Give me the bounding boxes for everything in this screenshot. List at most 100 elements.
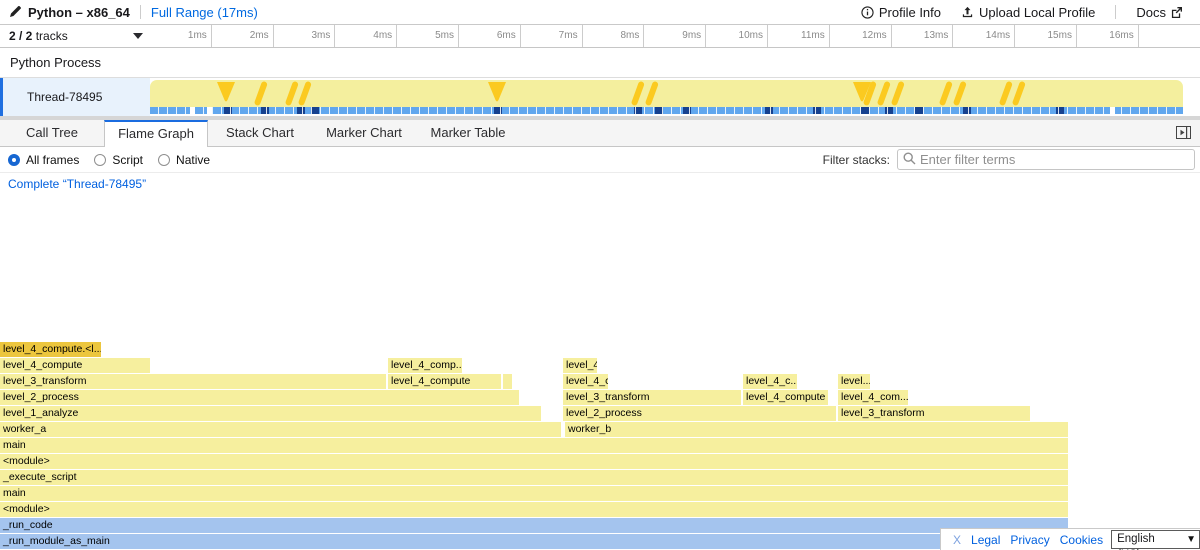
tab-call-tree[interactable]: Call Tree bbox=[0, 120, 104, 146]
docs-link[interactable]: Docs bbox=[1136, 5, 1182, 20]
profile-title: Python – x86_64 bbox=[28, 5, 130, 20]
activity-slash-mark bbox=[999, 81, 1013, 107]
ruler-tick: 12ms bbox=[830, 25, 892, 47]
flame-block[interactable] bbox=[503, 374, 512, 389]
footer-link-privacy[interactable]: Privacy bbox=[1010, 533, 1049, 547]
thread-marker-strip[interactable] bbox=[150, 107, 1183, 114]
flame-block[interactable]: level_4_com... bbox=[838, 390, 908, 405]
tracks-count: 2 / 2 bbox=[9, 29, 32, 43]
filter-input[interactable] bbox=[897, 149, 1195, 170]
ruler-tick: 5ms bbox=[397, 25, 459, 47]
radio-all-frames[interactable] bbox=[8, 154, 20, 166]
flame-block[interactable]: level_4... bbox=[563, 358, 597, 373]
edit-profile-name-icon[interactable] bbox=[9, 6, 21, 18]
divider bbox=[1115, 5, 1116, 19]
flame-block[interactable]: <module> bbox=[0, 502, 1068, 517]
thread-track[interactable]: Thread-78495 bbox=[0, 78, 1200, 117]
breadcrumb-row: Complete “Thread-78495” bbox=[0, 173, 1200, 197]
panel-tabbar: Call TreeFlame GraphStack ChartMarker Ch… bbox=[0, 120, 1200, 147]
ruler-tick: 9ms bbox=[644, 25, 706, 47]
ruler-tick: 3ms bbox=[274, 25, 336, 47]
filter-stacks-label: Filter stacks: bbox=[823, 153, 890, 167]
frame-filter-radios: All framesScriptNative bbox=[8, 153, 225, 167]
activity-marks bbox=[150, 80, 1183, 107]
language-select[interactable]: English (US) ▼ bbox=[1111, 530, 1200, 549]
activity-slash-mark bbox=[298, 81, 312, 107]
flame-block[interactable]: _run_module_as_main bbox=[0, 534, 1068, 549]
breadcrumb[interactable]: Complete “Thread-78495” bbox=[8, 177, 146, 191]
footer-link-legal[interactable]: Legal bbox=[971, 533, 1000, 547]
tab-flame-graph[interactable]: Flame Graph bbox=[104, 120, 208, 147]
tab-marker-table[interactable]: Marker Table bbox=[416, 120, 520, 146]
marker-strip-separators bbox=[150, 107, 1183, 114]
ruler-tick: 8ms bbox=[583, 25, 645, 47]
full-range-link[interactable]: Full Range (17ms) bbox=[151, 5, 258, 20]
thread-activity-graph[interactable] bbox=[150, 80, 1183, 107]
ruler-tick: 2ms bbox=[212, 25, 274, 47]
flame-block[interactable]: <module> bbox=[0, 454, 1068, 469]
ruler-tick: 4ms bbox=[335, 25, 397, 47]
flame-block[interactable]: worker_b bbox=[565, 422, 1068, 437]
jank-triangle-mark bbox=[488, 82, 506, 102]
flame-block[interactable]: level_3_transform bbox=[0, 374, 386, 389]
flame-graph-canvas[interactable]: level_4_compute.<l...level_4_computeleve… bbox=[0, 196, 1200, 550]
ruler-tick: 11ms bbox=[768, 25, 830, 47]
flame-block[interactable]: level_4_compute bbox=[0, 358, 150, 373]
ruler-tick: 14ms bbox=[953, 25, 1015, 47]
footer: X Legal Privacy Cookies English (US) ▼ bbox=[940, 528, 1200, 550]
divider bbox=[140, 5, 141, 19]
tab-marker-chart[interactable]: Marker Chart bbox=[312, 120, 416, 146]
flame-block[interactable]: level_4_co... bbox=[563, 374, 608, 389]
ruler-tick: 10ms bbox=[706, 25, 768, 47]
upload-profile-button[interactable]: Upload Local Profile bbox=[961, 5, 1095, 20]
activity-slash-mark bbox=[254, 81, 268, 107]
external-link-icon bbox=[1171, 7, 1182, 18]
ruler-tick: 7ms bbox=[521, 25, 583, 47]
flame-block[interactable]: main bbox=[0, 438, 1068, 453]
filter-search bbox=[897, 149, 1195, 170]
activity-slash-mark bbox=[939, 81, 953, 107]
activity-slash-mark bbox=[953, 81, 967, 107]
flame-block[interactable]: level_3_transform bbox=[838, 406, 1030, 421]
flame-block[interactable]: level_1_analyze bbox=[0, 406, 541, 421]
chevron-down-icon: ▼ bbox=[1186, 532, 1196, 548]
tab-stack-chart[interactable]: Stack Chart bbox=[208, 120, 312, 146]
ruler-tick: 1ms bbox=[150, 25, 212, 47]
app-header: Python – x86_64 Full Range (17ms) Profil… bbox=[0, 0, 1200, 25]
flame-block[interactable]: level_4_compute bbox=[743, 390, 828, 405]
upload-icon bbox=[961, 6, 974, 19]
flame-block[interactable]: level_3_transform bbox=[563, 390, 741, 405]
flame-block[interactable]: level_4_c... bbox=[743, 374, 797, 389]
chevron-down-icon[interactable] bbox=[133, 33, 143, 39]
info-icon bbox=[861, 6, 874, 19]
process-track-header[interactable]: Python Process bbox=[0, 48, 1200, 78]
ruler-tick: 13ms bbox=[892, 25, 954, 47]
activity-slash-mark bbox=[631, 81, 645, 107]
activity-slash-mark bbox=[877, 81, 891, 107]
activity-slash-mark bbox=[645, 81, 659, 107]
flame-block[interactable]: level_4_comp... bbox=[388, 358, 462, 373]
ruler-tick: 6ms bbox=[459, 25, 521, 47]
flame-block[interactable]: level_4_compute.<l... bbox=[0, 342, 101, 357]
filter-row: All framesScriptNative Filter stacks: bbox=[0, 147, 1200, 173]
footer-link-cookies[interactable]: Cookies bbox=[1060, 533, 1103, 547]
thread-track-label[interactable]: Thread-78495 bbox=[0, 78, 150, 116]
flame-block[interactable]: main bbox=[0, 486, 1068, 501]
flame-block[interactable]: level_2_process bbox=[563, 406, 836, 421]
ruler-tick: 15ms bbox=[1015, 25, 1077, 47]
flame-block[interactable]: _execute_script bbox=[0, 470, 1068, 485]
flame-block[interactable]: level_2_process bbox=[0, 390, 519, 405]
radio-label: All frames bbox=[26, 153, 79, 167]
tracks-visibility[interactable]: 2 / 2 tracks bbox=[0, 25, 150, 47]
radio-native[interactable] bbox=[158, 154, 170, 166]
flame-block[interactable]: _run_code bbox=[0, 518, 1068, 533]
radio-label: Script bbox=[112, 153, 143, 167]
jank-triangle-mark bbox=[217, 82, 235, 102]
flame-block[interactable]: level_4_compute bbox=[388, 374, 501, 389]
flame-block[interactable]: worker_a bbox=[0, 422, 561, 437]
profile-info-button[interactable]: Profile Info bbox=[861, 5, 941, 20]
radio-script[interactable] bbox=[94, 154, 106, 166]
flame-block[interactable]: level... bbox=[838, 374, 870, 389]
footer-x-link[interactable]: X bbox=[953, 533, 961, 547]
sidebar-toggle-icon[interactable] bbox=[1176, 126, 1191, 144]
